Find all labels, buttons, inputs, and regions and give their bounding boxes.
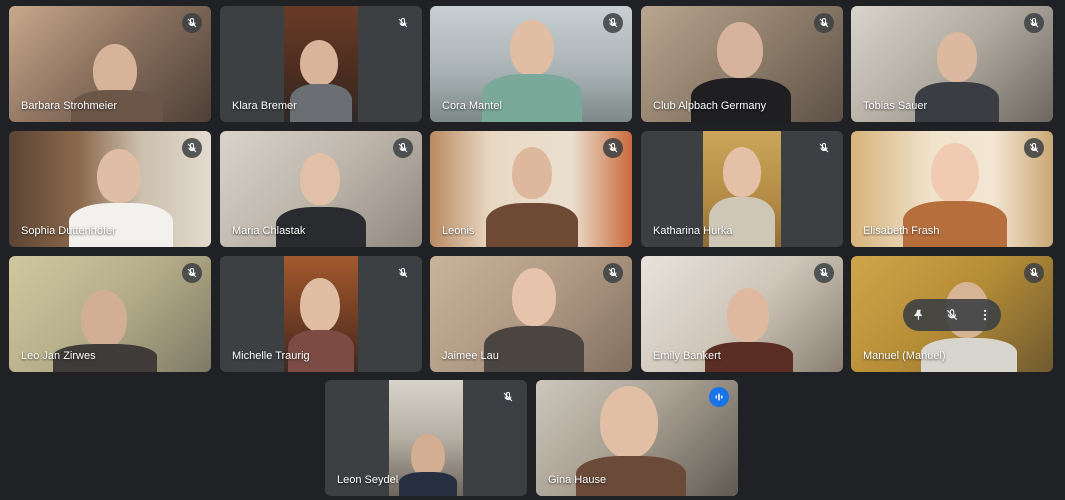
tile-hover-controls bbox=[903, 299, 1001, 331]
participant-tile[interactable]: Manuel (Manuel) bbox=[851, 256, 1053, 372]
mic-off-icon bbox=[1024, 138, 1044, 158]
participant-name: Sophia Duttenhöfer bbox=[21, 225, 116, 237]
participant-name: Michelle Traurig bbox=[232, 350, 310, 362]
mic-off-icon bbox=[393, 263, 413, 283]
participant-tile[interactable]: Tobias Sauer bbox=[851, 6, 1053, 122]
participant-name: Klara Bremer bbox=[232, 100, 297, 112]
participant-name: Katharina Hurka bbox=[653, 225, 733, 237]
participant-name: Manuel (Manuel) bbox=[863, 350, 946, 362]
participant-name: Jaimee Lau bbox=[442, 350, 499, 362]
mic-off-icon bbox=[182, 138, 202, 158]
mic-off-icon bbox=[498, 387, 518, 407]
participant-tile[interactable]: Elisabeth Frash bbox=[851, 131, 1053, 247]
mic-off-icon bbox=[393, 13, 413, 33]
mic-off-icon bbox=[603, 138, 623, 158]
mic-off-icon bbox=[393, 138, 413, 158]
participant-tile[interactable]: Cora Mantel bbox=[430, 6, 632, 122]
mic-off-icon bbox=[182, 263, 202, 283]
participant-name: Leon Seydel bbox=[337, 474, 399, 486]
participant-name: Barbara Strohmeier bbox=[21, 100, 117, 112]
participant-tile[interactable]: Leonis bbox=[430, 131, 632, 247]
participant-video bbox=[389, 380, 463, 496]
mic-off-icon bbox=[182, 13, 202, 33]
participant-tile[interactable]: Sophia Duttenhöfer bbox=[9, 131, 211, 247]
mic-off-icon bbox=[603, 13, 623, 33]
participant-tile[interactable]: Emily Bankert bbox=[641, 256, 843, 372]
participant-tile[interactable]: Katharina Hurka bbox=[641, 131, 843, 247]
more-vert-icon[interactable] bbox=[973, 303, 997, 327]
participant-tile-active-speaker[interactable]: Gina Hause bbox=[536, 380, 738, 496]
participant-tile[interactable]: Club Alpbach Germany bbox=[641, 6, 843, 122]
participant-tile[interactable]: Jaimee Lau bbox=[430, 256, 632, 372]
mic-off-icon bbox=[814, 13, 834, 33]
participant-tile[interactable]: Maria Chlastak bbox=[220, 131, 422, 247]
participant-name: Elisabeth Frash bbox=[863, 225, 940, 237]
mic-off-icon bbox=[814, 263, 834, 283]
participant-tile[interactable]: Leon Seydel bbox=[325, 380, 527, 496]
participant-name: Maria Chlastak bbox=[232, 225, 306, 237]
participant-tile[interactable]: Leo Jan Zirwes bbox=[9, 256, 211, 372]
participant-name: Gina Hause bbox=[548, 474, 607, 486]
mute-participant-icon[interactable] bbox=[940, 303, 964, 327]
participant-tile[interactable]: Klara Bremer bbox=[220, 6, 422, 122]
mic-off-icon bbox=[1024, 263, 1044, 283]
audio-level-icon bbox=[709, 387, 729, 407]
mic-off-icon bbox=[1024, 13, 1044, 33]
participant-name: Emily Bankert bbox=[653, 350, 721, 362]
participant-tile[interactable]: Barbara Strohmeier bbox=[9, 6, 211, 122]
pin-icon[interactable] bbox=[907, 303, 931, 327]
participant-name: Leo Jan Zirwes bbox=[21, 350, 96, 362]
mic-off-icon bbox=[814, 138, 834, 158]
mic-off-icon bbox=[603, 263, 623, 283]
participant-name: Club Alpbach Germany bbox=[653, 100, 767, 112]
participant-name: Tobias Sauer bbox=[863, 100, 928, 112]
participant-name: Cora Mantel bbox=[442, 100, 502, 112]
participant-name: Leonis bbox=[442, 225, 475, 237]
participant-tile[interactable]: Michelle Traurig bbox=[220, 256, 422, 372]
